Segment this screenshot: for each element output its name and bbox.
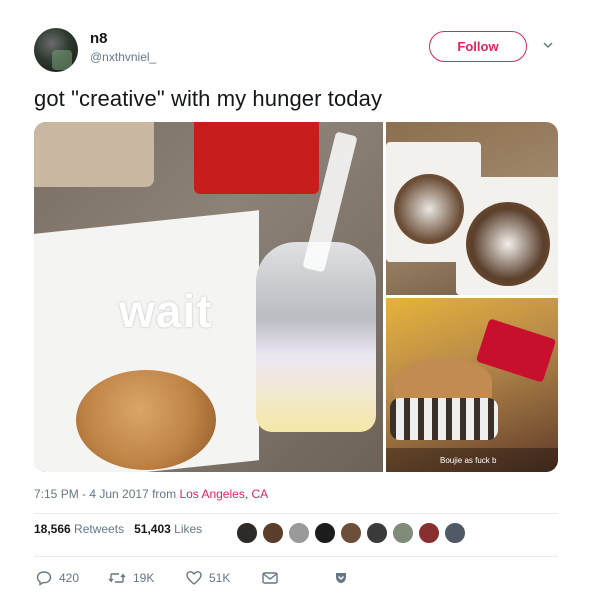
liker-avatar[interactable] [418, 522, 440, 544]
cookie [76, 370, 216, 470]
retweet-count: 19K [133, 571, 155, 585]
media-photo-bottom-right[interactable]: Boujie as fuck b [386, 298, 558, 472]
tweet-meta: 7:15 PM - 4 Jun 2017 from Los Angeles, C… [34, 487, 268, 501]
message-action[interactable] [262, 568, 278, 588]
avatar[interactable] [34, 28, 78, 72]
fries-box [194, 122, 319, 194]
user-handle[interactable]: @nxthvniel_ [90, 50, 156, 64]
retweets-stat[interactable]: 18,566 Retweets [34, 522, 127, 536]
from-label: from [152, 487, 177, 501]
liker-avatars [236, 522, 496, 546]
tweet-actions: 420 19K 51K [36, 568, 356, 588]
retweet-action[interactable]: 19K [108, 568, 154, 588]
liker-avatar[interactable] [392, 522, 414, 544]
media-photo-main[interactable]: wait [34, 122, 383, 472]
tweet-text: got "creative" with my hunger today [34, 86, 383, 111]
reply-icon [36, 571, 52, 586]
retweets-label: Retweets [74, 522, 125, 536]
liker-avatar[interactable] [444, 522, 466, 544]
display-name[interactable]: n8 [90, 30, 108, 47]
engagement-stats: 18,566 Retweets 51,403 Likes [34, 522, 202, 548]
message-icon [262, 572, 278, 584]
divider [34, 513, 558, 514]
like-count: 51K [209, 571, 231, 585]
reply-action[interactable]: 420 [36, 568, 79, 588]
cookie-right [466, 202, 550, 286]
sandwich-filling [390, 398, 498, 440]
likes-count: 51,403 [134, 522, 171, 536]
chevron-down-icon[interactable] [543, 40, 553, 50]
retweet-icon [108, 573, 126, 583]
liker-avatar[interactable] [314, 522, 336, 544]
media-photo-top-right[interactable] [386, 122, 558, 295]
reply-count: 420 [59, 571, 80, 585]
like-action[interactable]: 51K [186, 568, 230, 588]
liker-avatar[interactable] [288, 522, 310, 544]
media-grid: wait Boujie as fuck b [34, 122, 558, 472]
caption-tag: Boujie as fuck b [440, 456, 497, 465]
napkins [34, 122, 154, 187]
timestamp[interactable]: 7:15 PM - 4 Jun 2017 [34, 487, 149, 501]
bookmark-action[interactable] [334, 568, 348, 588]
tweet-header: n8 @nxthvniel_ Follow [34, 28, 564, 74]
retweets-count: 18,566 [34, 522, 71, 536]
follow-button[interactable]: Follow [429, 31, 527, 62]
bookmark-icon [336, 573, 346, 583]
likes-label: Likes [174, 522, 203, 536]
liker-avatar[interactable] [366, 522, 388, 544]
liker-avatar[interactable] [262, 522, 284, 544]
liker-avatar[interactable] [340, 522, 362, 544]
divider [34, 556, 558, 557]
overlay-text: wait [119, 285, 213, 337]
cookie-left [394, 174, 464, 244]
likes-stat[interactable]: 51,403 Likes [134, 522, 202, 536]
heart-icon [186, 571, 202, 585]
location-link[interactable]: Los Angeles, CA [179, 487, 268, 501]
liker-avatar[interactable] [236, 522, 258, 544]
